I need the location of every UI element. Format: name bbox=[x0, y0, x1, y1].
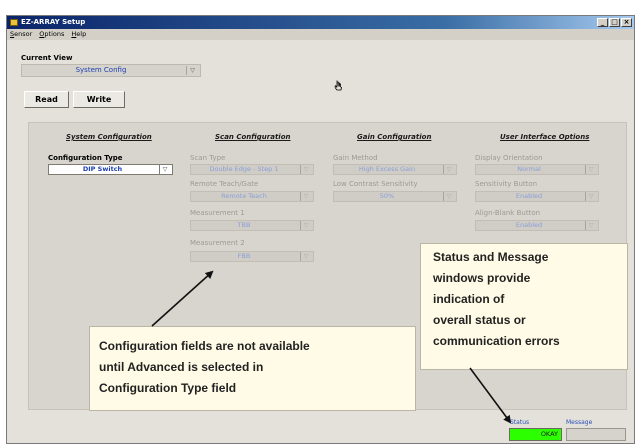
status-indicator: OKAY bbox=[509, 428, 562, 441]
callout-arrows bbox=[151, 270, 512, 424]
arrow-to-status-box bbox=[469, 367, 512, 424]
arrow-to-config-fields bbox=[151, 270, 214, 327]
message-field bbox=[566, 428, 626, 441]
status-label: Status bbox=[510, 419, 530, 426]
message-label: Message bbox=[566, 419, 593, 426]
